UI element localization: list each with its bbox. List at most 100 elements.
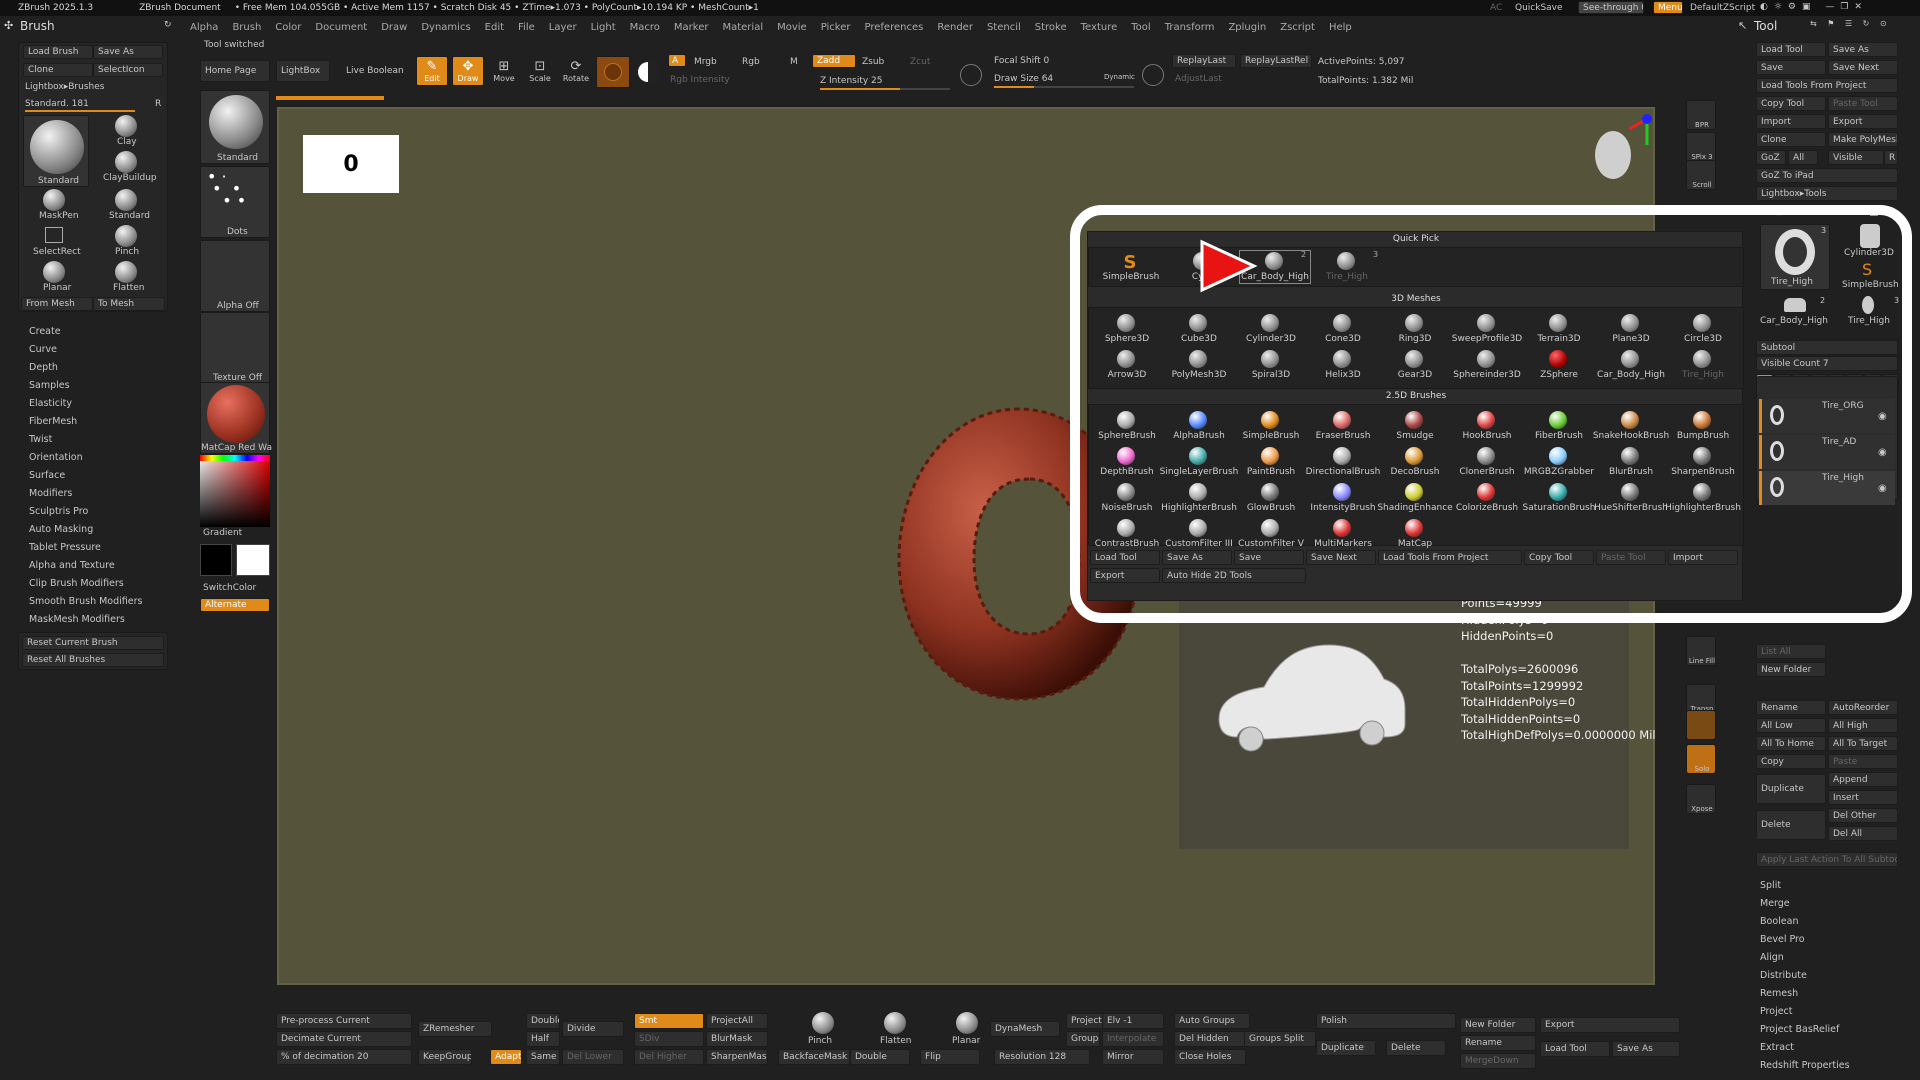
bottom-rename-button[interactable]: Rename (1460, 1035, 1536, 1051)
menu-texture[interactable]: Texture (1081, 22, 1118, 33)
load-brush-button[interactable]: Load Brush (23, 45, 93, 59)
menu-macro[interactable]: Macro (630, 22, 660, 33)
tool-load-from-project-button[interactable]: Load Tools From Project (1756, 78, 1898, 93)
quick-pick-item[interactable]: Tire_High 3 (1311, 250, 1383, 284)
tool-section-merge[interactable]: Merge (1760, 898, 1790, 909)
menu-alpha[interactable]: Alpha (190, 22, 218, 33)
tool-section-distribute[interactable]: Distribute (1760, 970, 1807, 981)
material-button[interactable]: MatCap Red Wa (200, 382, 272, 454)
subtool-row[interactable]: Tire_High ◉ (1759, 471, 1895, 505)
footer-import-button[interactable]: Import (1668, 550, 1738, 565)
brush-paintbrush[interactable]: PaintBrush (1235, 445, 1307, 479)
bottom-groups-split-button[interactable]: Groups Split (1244, 1031, 1316, 1047)
bottom-dynamesh-button[interactable]: DynaMesh (990, 1021, 1060, 1037)
subtool-row[interactable]: Tire_AD ◉ (1759, 435, 1895, 469)
brush-section-modifiers[interactable]: Modifiers (29, 488, 72, 499)
brush-fiberbrush[interactable]: FiberBrush (1523, 409, 1595, 443)
mesh-cylinder3d[interactable]: Cylinder3D (1235, 312, 1307, 346)
tool-goz-button[interactable]: GoZ (1756, 150, 1786, 165)
brush-section-depth[interactable]: Depth (29, 362, 58, 373)
perspective-icon[interactable] (1686, 710, 1716, 740)
line-fill-icon[interactable]: Line Fill (1686, 636, 1716, 666)
bottom-double2-button[interactable]: Double (850, 1049, 910, 1065)
bottom-close-holes-button[interactable]: Close Holes (1174, 1049, 1246, 1065)
m-button[interactable]: M (790, 57, 798, 67)
edit-mode-button[interactable]: ✎ Edit (416, 56, 448, 86)
brush-singlelayerbrush[interactable]: SingleLayerBrush (1160, 445, 1238, 479)
brush-section-twist[interactable]: Twist (29, 434, 52, 445)
bottom-merge-down-button[interactable]: MergeDown (1460, 1053, 1536, 1069)
brush-slider-label[interactable]: Standard. 181 (25, 99, 89, 109)
menu-zplugin[interactable]: Zplugin (1228, 22, 1266, 33)
bottom-polish-button[interactable]: Polish (1316, 1013, 1456, 1029)
bottom-pinch-brush[interactable]: Pinch (802, 1012, 842, 1048)
brush-simplebrush[interactable]: SimpleBrush (1235, 409, 1307, 443)
menu-file[interactable]: File (518, 22, 535, 33)
tool-delete-button[interactable]: Delete (1756, 810, 1826, 840)
stroke-button[interactable]: • · • • • • Dots (200, 166, 270, 238)
menu-render[interactable]: Render (937, 22, 973, 33)
tool-rename-button[interactable]: Rename (1756, 700, 1826, 715)
menu-movie[interactable]: Movie (777, 22, 807, 33)
bottom-sharpenmask-button[interactable]: SharpenMask (706, 1049, 768, 1065)
primary-color-swatch[interactable] (236, 544, 270, 576)
color-mode-icon[interactable] (638, 62, 658, 82)
brush-customfilter-iii[interactable]: CustomFilter III (1163, 517, 1235, 551)
brush-clonerbrush[interactable]: ClonerBrush (1451, 445, 1523, 479)
eye-icon[interactable]: ◉ (1878, 411, 1887, 422)
menu-color[interactable]: Color (275, 22, 301, 33)
reset-all-brushes-button[interactable]: Reset All Brushes (22, 653, 164, 667)
brush-thumb-maskpen[interactable]: MaskPen (23, 189, 89, 223)
bottom-interpolate-button[interactable]: Interpolate (1102, 1031, 1164, 1047)
secondary-color-swatch[interactable] (200, 544, 232, 576)
menu-layer[interactable]: Layer (549, 22, 577, 33)
brush-section-surface[interactable]: Surface (29, 470, 65, 481)
tool-thumb-tire-high[interactable]: Tire_High 3 (1760, 224, 1830, 290)
menus-toggle[interactable]: Menus (1653, 1, 1683, 14)
mesh-sweepprofile3d[interactable]: SweepProfile3D (1451, 312, 1523, 346)
bottom-half-button[interactable]: Half (526, 1031, 560, 1047)
default-zscript[interactable]: DefaultZScript (1690, 3, 1755, 13)
bottom-same-button[interactable]: Same (526, 1049, 560, 1065)
bottom-auto-groups-button[interactable]: Auto Groups (1174, 1013, 1250, 1029)
tool-all-to-target-button[interactable]: All To Target (1828, 736, 1898, 751)
eye-icon[interactable]: ◉ (1878, 447, 1887, 458)
tool-save-as-button[interactable]: Save As (1828, 42, 1898, 57)
scroll-icon[interactable]: Scroll (1686, 160, 1716, 190)
brush-glowbrush[interactable]: GlowBrush (1235, 481, 1307, 515)
mesh-circle3d[interactable]: Circle3D (1667, 312, 1739, 346)
mesh-terrain3d[interactable]: Terrain3D (1523, 312, 1595, 346)
alpha-button[interactable]: Alpha Off (200, 240, 270, 312)
bottom-groups-button[interactable]: Groups (1066, 1031, 1100, 1047)
bpr-icon[interactable]: BPR (1686, 100, 1716, 130)
brush-section-smooth-brush-modifiers[interactable]: Smooth Brush Modifiers (29, 596, 142, 607)
brush-thumb-claybuildup[interactable]: ClayBuildup (95, 151, 161, 185)
mesh-polymesh3d[interactable]: PolyMesh3D (1163, 348, 1235, 382)
menu-draw[interactable]: Draw (381, 22, 407, 33)
lightbox-button[interactable]: LightBox (276, 60, 330, 82)
tool-make-polymesh-button[interactable]: Make PolyMesh3D (1828, 132, 1898, 147)
menu-brush[interactable]: Brush (232, 22, 261, 33)
brush-smudge[interactable]: Smudge (1379, 409, 1451, 443)
tool-paste-button[interactable]: Paste (1828, 754, 1898, 769)
tool-save-button[interactable]: Save (1756, 60, 1826, 75)
bottom-decimate-button[interactable]: Decimate Current (276, 1031, 412, 1047)
tool-section-extract[interactable]: Extract (1760, 1042, 1794, 1053)
brush-section-curve[interactable]: Curve (29, 344, 57, 355)
lazy-mouse-icon[interactable] (1142, 64, 1164, 86)
brush-alphabrush[interactable]: AlphaBrush (1163, 409, 1235, 443)
brush-thumb-clay[interactable]: Clay (95, 115, 161, 149)
brush-decobrush[interactable]: DecoBrush (1379, 445, 1451, 479)
zsub-button[interactable]: Zsub (862, 57, 884, 67)
gradient-label[interactable]: Gradient (203, 528, 242, 538)
tool-copy-button[interactable]: Copy (1756, 754, 1826, 769)
mesh-zsphere[interactable]: ZSphere (1523, 348, 1595, 382)
bottom-double-button[interactable]: Double (526, 1013, 560, 1029)
bottom-resolution-button[interactable]: Resolution 128 (994, 1049, 1090, 1065)
mesh-sphereinder3d[interactable]: Sphereinder3D (1451, 348, 1523, 382)
mesh-spiral3d[interactable]: Spiral3D (1235, 348, 1307, 382)
menu-picker[interactable]: Picker (821, 22, 851, 33)
tool-slider-label[interactable]: Tire_High. 49 (1760, 206, 1819, 216)
tool-duplicate-button[interactable]: Duplicate (1756, 774, 1826, 804)
select-icon-button[interactable]: SelectIcon (93, 63, 163, 77)
